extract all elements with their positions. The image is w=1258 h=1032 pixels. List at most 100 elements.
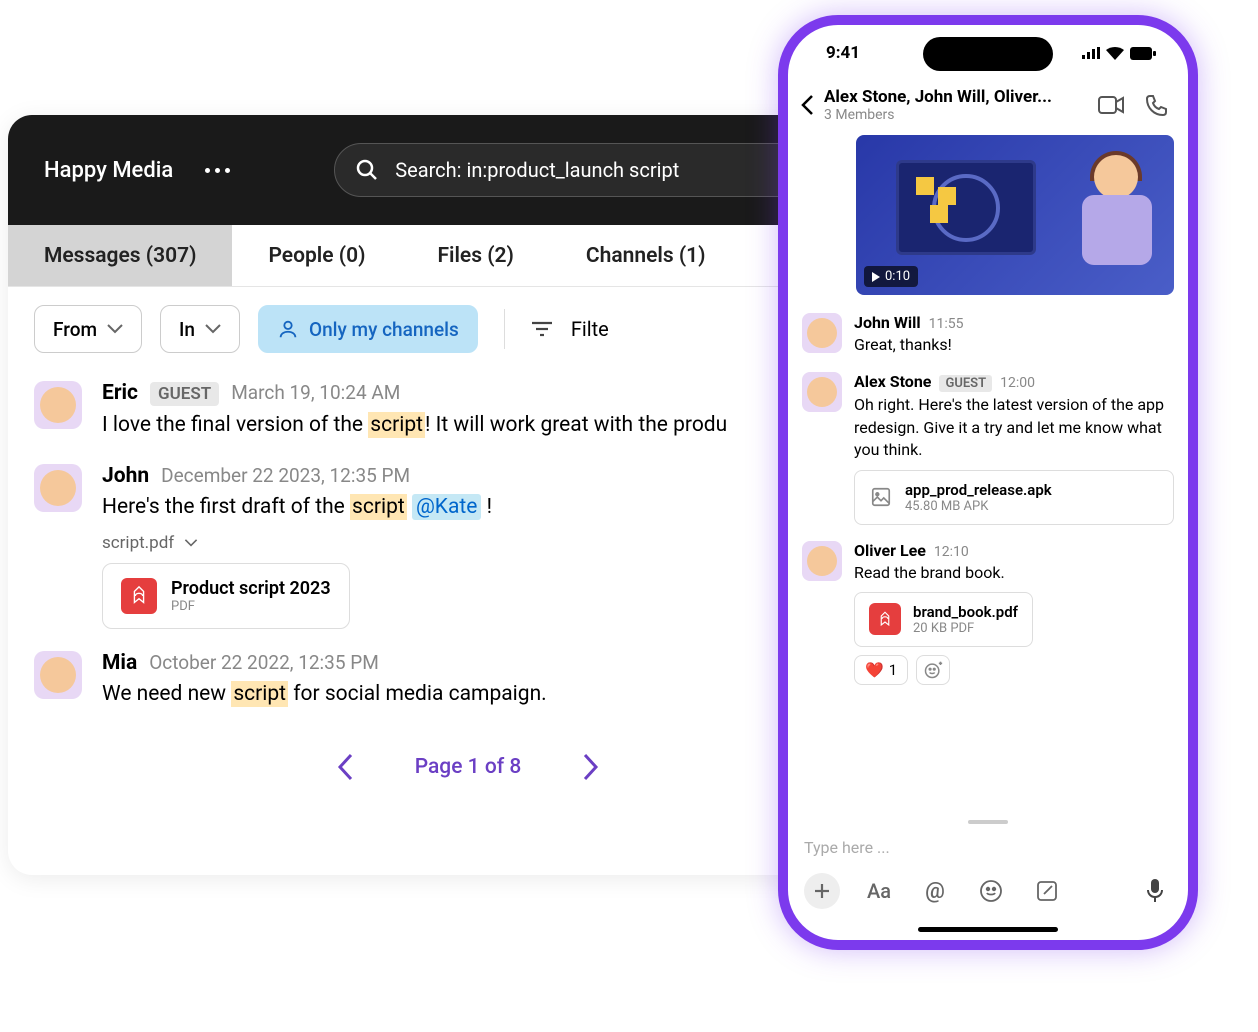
message-date: October 22 2022, 12:35 PM: [149, 651, 379, 674]
wifi-icon: [1106, 47, 1124, 60]
guest-badge: GUEST: [150, 382, 219, 406]
add-reaction-button[interactable]: [916, 655, 950, 685]
file-name: app_prod_release.apk: [905, 481, 1052, 499]
phone-notch: [923, 37, 1053, 71]
chevron-down-icon: [184, 539, 198, 547]
edit-box-icon: [1035, 879, 1059, 903]
reaction-heart[interactable]: ❤️ 1: [854, 655, 908, 685]
message-item[interactable]: Eric GUEST March 19, 10:24 AM I love the…: [34, 381, 902, 442]
video-call-icon[interactable]: [1098, 94, 1124, 116]
sender-name: Eric: [102, 381, 138, 405]
compose-button[interactable]: [1030, 874, 1064, 908]
file-meta: 45.80 MB APK: [905, 499, 1052, 514]
signal-icon: [1082, 47, 1100, 59]
more-icon[interactable]: [205, 168, 230, 173]
sender-name: Mia: [102, 651, 137, 675]
filter-in[interactable]: In: [160, 305, 240, 353]
filter-label[interactable]: Filte: [571, 317, 609, 341]
sender-name: John Will: [854, 313, 921, 332]
pdf-icon: [121, 578, 157, 614]
search-icon: [355, 158, 379, 182]
back-icon[interactable]: [800, 94, 814, 116]
avatar: [34, 464, 82, 512]
divider: [504, 309, 505, 349]
avatar: [802, 372, 842, 412]
file-name: Product script 2023: [171, 578, 331, 599]
video-attachment[interactable]: 0:10: [856, 135, 1174, 295]
message-date: March 19, 10:24 AM: [231, 381, 400, 404]
message-item[interactable]: Mia October 22 2022, 12:35 PM We need ne…: [34, 651, 902, 711]
phone-mockup: 9:41 Alex Stone, John Will, Oliver... 3 …: [778, 15, 1198, 950]
message-item: Alex Stone GUEST 12:00 Oh right. Here's …: [802, 372, 1174, 524]
chevron-down-icon: [205, 324, 221, 334]
person-icon: [277, 318, 299, 340]
format-button[interactable]: Aa: [862, 874, 896, 908]
message-item[interactable]: John December 22 2023, 12:35 PM Here's t…: [34, 464, 902, 630]
file-card[interactable]: Product script 2023 PDF: [102, 563, 350, 629]
message-item: John Will 11:55 Great, thanks!: [802, 313, 1174, 356]
avatar: [34, 651, 82, 699]
message-time: 12:00: [1000, 375, 1035, 391]
file-card[interactable]: brand_book.pdf 20 KB PDF: [854, 592, 1033, 647]
chat-title: Alex Stone, John Will, Oliver...: [824, 87, 1078, 107]
mention[interactable]: @Kate: [412, 494, 481, 520]
smile-icon: [979, 879, 1003, 903]
drag-handle-icon[interactable]: [968, 820, 1008, 824]
message-item: Oliver Lee 12:10 Read the brand book. br…: [802, 541, 1174, 685]
status-time: 9:41: [826, 43, 860, 63]
voice-button[interactable]: [1138, 874, 1172, 908]
mention-button[interactable]: @: [918, 874, 952, 908]
message-text: Great, thanks!: [854, 334, 1174, 356]
filter-from[interactable]: From: [34, 305, 142, 353]
input-placeholder: Type here ...: [804, 838, 890, 857]
tab-messages[interactable]: Messages (307): [8, 225, 232, 286]
voice-call-icon[interactable]: [1144, 94, 1170, 116]
apk-icon: [869, 485, 893, 509]
home-indicator: [918, 927, 1058, 932]
filter-only-my-channels[interactable]: Only my channels: [258, 305, 478, 353]
message-text: Oh right. Here's the latest version of t…: [854, 394, 1174, 461]
sender-name: Alex Stone: [854, 372, 931, 391]
smile-plus-icon: [923, 660, 943, 680]
workspace-name: Happy Media: [44, 158, 173, 183]
video-duration-badge: 0:10: [864, 266, 918, 287]
prev-page-icon[interactable]: [337, 753, 355, 781]
microphone-icon: [1145, 878, 1165, 904]
avatar: [802, 541, 842, 581]
input-divider: [788, 816, 1188, 828]
avatar: [802, 313, 842, 353]
chevron-down-icon: [107, 324, 123, 334]
message-date: December 22 2023, 12:35 PM: [161, 464, 410, 487]
search-text: Search: in:product_launch script: [395, 158, 679, 182]
chat-header: Alex Stone, John Will, Oliver... 3 Membe…: [788, 81, 1188, 135]
play-icon: [872, 272, 880, 282]
sender-name: John: [102, 464, 149, 488]
tab-channels[interactable]: Channels (1): [550, 225, 742, 286]
message-text: Read the brand book.: [854, 562, 1174, 584]
message-time: 12:10: [934, 544, 969, 560]
plus-icon: [812, 881, 832, 901]
file-meta: 20 KB PDF: [913, 621, 1018, 636]
message-input[interactable]: Type here ...: [788, 828, 1188, 857]
heart-icon: ❤️: [865, 661, 884, 679]
tab-files[interactable]: Files (2): [401, 225, 549, 286]
attach-button[interactable]: [804, 873, 840, 909]
message-time: 11:55: [929, 316, 964, 332]
page-label: Page 1 of 8: [415, 755, 522, 779]
chat-subtitle: 3 Members: [824, 107, 1078, 123]
chat-messages[interactable]: 0:10 John Will 11:55 Great, thanks! Alex…: [788, 135, 1188, 816]
guest-badge: GUEST: [939, 375, 992, 392]
tab-people[interactable]: People (0): [232, 225, 401, 286]
emoji-button[interactable]: [974, 874, 1008, 908]
file-type: PDF: [171, 599, 331, 614]
pdf-icon: [869, 603, 901, 635]
avatar: [34, 381, 82, 429]
reaction-count: 1: [889, 661, 897, 679]
compose-toolbar: Aa @: [788, 857, 1188, 919]
battery-icon: [1130, 47, 1156, 60]
filter-icon[interactable]: [531, 320, 553, 338]
next-page-icon[interactable]: [581, 753, 599, 781]
file-name: brand_book.pdf: [913, 603, 1018, 621]
file-card[interactable]: app_prod_release.apk 45.80 MB APK: [854, 470, 1174, 525]
sender-name: Oliver Lee: [854, 541, 926, 560]
